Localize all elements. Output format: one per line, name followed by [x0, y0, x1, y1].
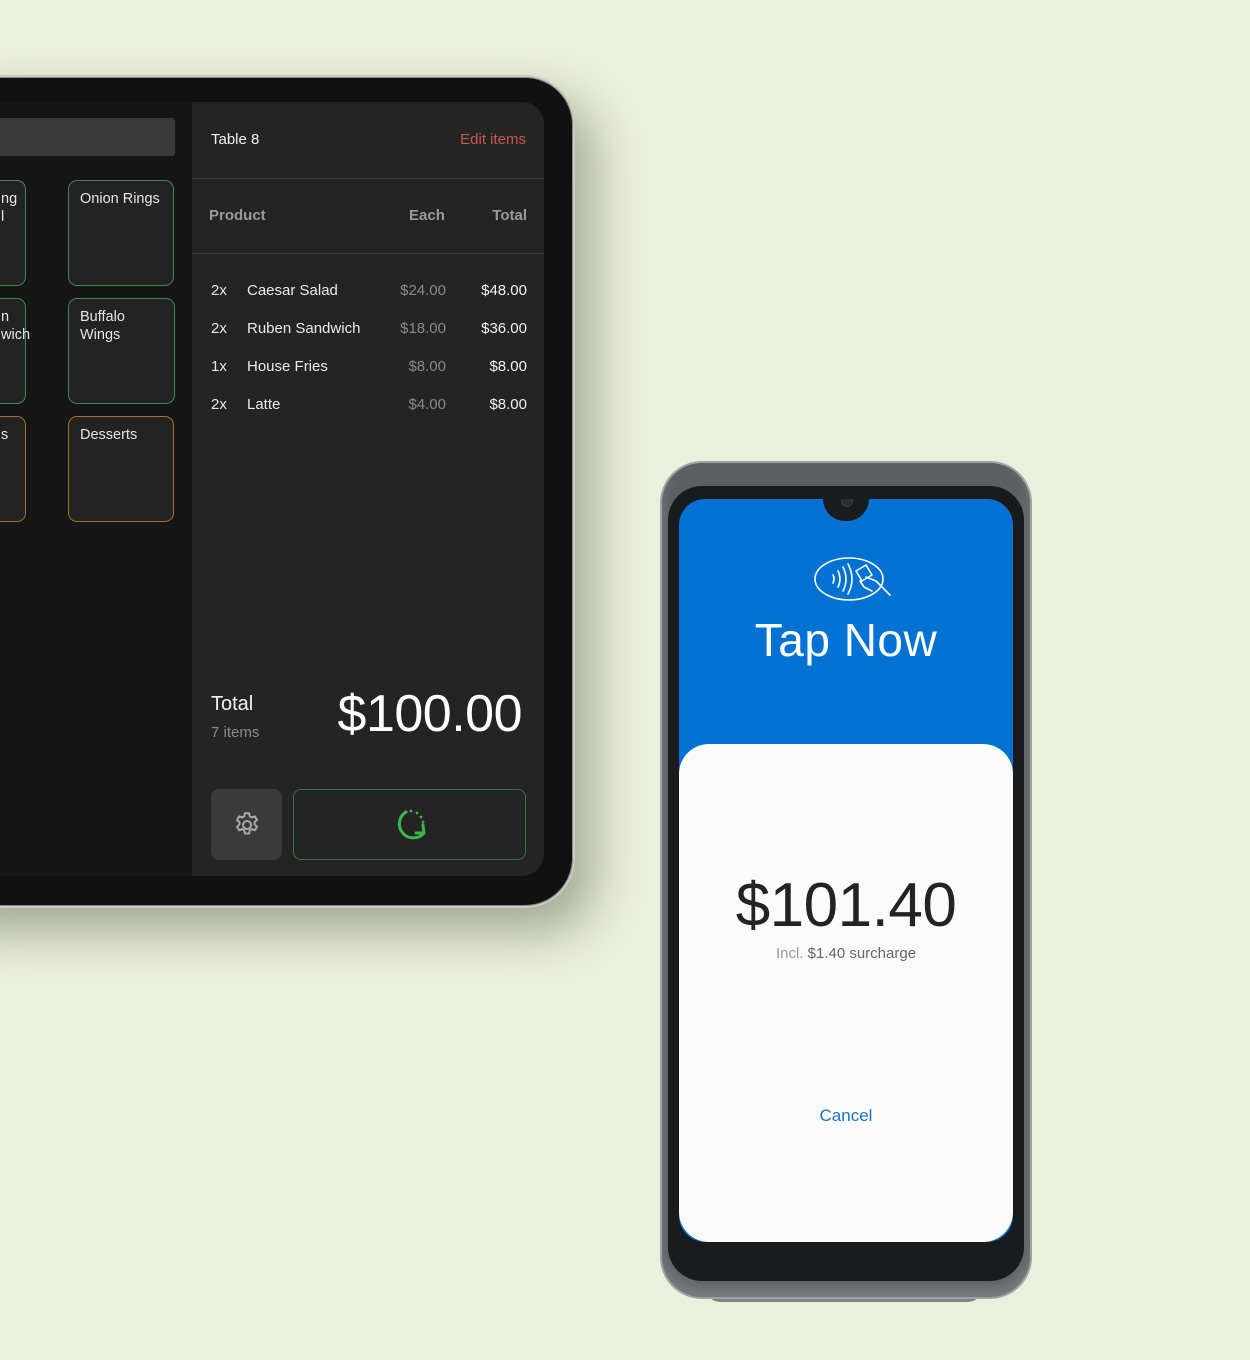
item-each-price: $24.00: [400, 282, 446, 299]
menu-tile-label: Onion Rings: [80, 191, 160, 207]
payment-sheet: $101.40 Incl. $1.40 surcharge Cancel: [679, 744, 1013, 1242]
menu-tile-label: Desserts: [80, 427, 138, 443]
gear-icon: [235, 811, 258, 834]
item-each-price: $8.00: [408, 358, 446, 375]
item-name: Caesar Salad: [247, 282, 338, 299]
item-each-price: $4.00: [408, 396, 446, 413]
menu-tile-onion-rings[interactable]: Onion Rings: [68, 180, 174, 286]
order-item-row[interactable]: 2x Ruben Sandwich $18.00 $36.00: [192, 320, 544, 358]
menu-tile-partial-2[interactable]: n wich: [0, 298, 30, 404]
payment-amount: $101.40: [735, 871, 957, 940]
cancel-button[interactable]: Cancel: [679, 1106, 1013, 1126]
order-panel: Table 8 Edit items Product Each Total 2x…: [192, 102, 544, 876]
contactless-tap-icon: [814, 557, 891, 601]
surcharge-text: $1.40 surcharge: [807, 945, 917, 962]
item-name: Ruben Sandwich: [247, 320, 361, 337]
menu-tile-label: n wich: [1, 309, 31, 343]
item-total-price: $36.00: [481, 320, 527, 337]
table-name: Table 8: [211, 131, 260, 148]
order-column-headers: Product Each Total: [192, 178, 544, 254]
column-header-total: Total: [492, 207, 527, 224]
item-qty: 2x: [211, 282, 227, 299]
menu-tile-label: s: [1, 427, 9, 443]
search-bar[interactable]: [0, 118, 175, 156]
menu-tile-label: Buffalo Wings: [80, 309, 125, 343]
item-name: House Fries: [247, 358, 328, 375]
item-qty: 2x: [211, 320, 227, 337]
item-total-price: $8.00: [489, 396, 527, 413]
tap-now-title: Tap Now: [754, 614, 938, 666]
charge-processing-button[interactable]: [293, 789, 526, 860]
column-header-product: Product: [209, 207, 266, 224]
item-count: 7 items: [211, 724, 260, 741]
menu-tile-partial-1[interactable]: ng l: [0, 180, 26, 286]
surcharge-note: Incl. $1.40 surcharge: [679, 945, 1013, 962]
processing-arrow-icon: [397, 809, 425, 839]
item-total-price: $48.00: [481, 282, 527, 299]
order-item-row[interactable]: 1x House Fries $8.00 $8.00: [192, 358, 544, 396]
menu-tile-desserts[interactable]: Desserts: [68, 416, 174, 522]
edit-items-link[interactable]: Edit items: [460, 131, 526, 148]
item-total-price: $8.00: [489, 358, 527, 375]
order-item-row[interactable]: 2x Caesar Salad $24.00 $48.00: [192, 282, 544, 320]
order-header: Table 8 Edit items: [192, 102, 544, 179]
item-name: Latte: [247, 396, 281, 413]
settings-button[interactable]: [211, 789, 282, 860]
column-header-each: Each: [409, 207, 445, 224]
item-each-price: $18.00: [400, 320, 446, 337]
order-total-amount: $100.00: [337, 685, 523, 743]
surcharge-prefix: Incl.: [775, 945, 804, 962]
order-item-row[interactable]: 2x Latte $4.00 $8.00: [192, 396, 544, 434]
total-label: Total: [211, 693, 254, 715]
item-qty: 2x: [211, 396, 227, 413]
terminal-screen: Tap Now $101.40 Incl. $1.40 surcharge Ca…: [679, 499, 1013, 1242]
item-qty: 1x: [211, 358, 227, 375]
order-items-list: 2x Caesar Salad $24.00 $48.00 2x Ruben S…: [192, 282, 544, 434]
menu-tile-buffalo-wings[interactable]: Buffalo Wings: [68, 298, 175, 404]
menu-tile-label: ng l: [1, 191, 18, 225]
menu-tile-partial-3[interactable]: s: [0, 416, 26, 522]
